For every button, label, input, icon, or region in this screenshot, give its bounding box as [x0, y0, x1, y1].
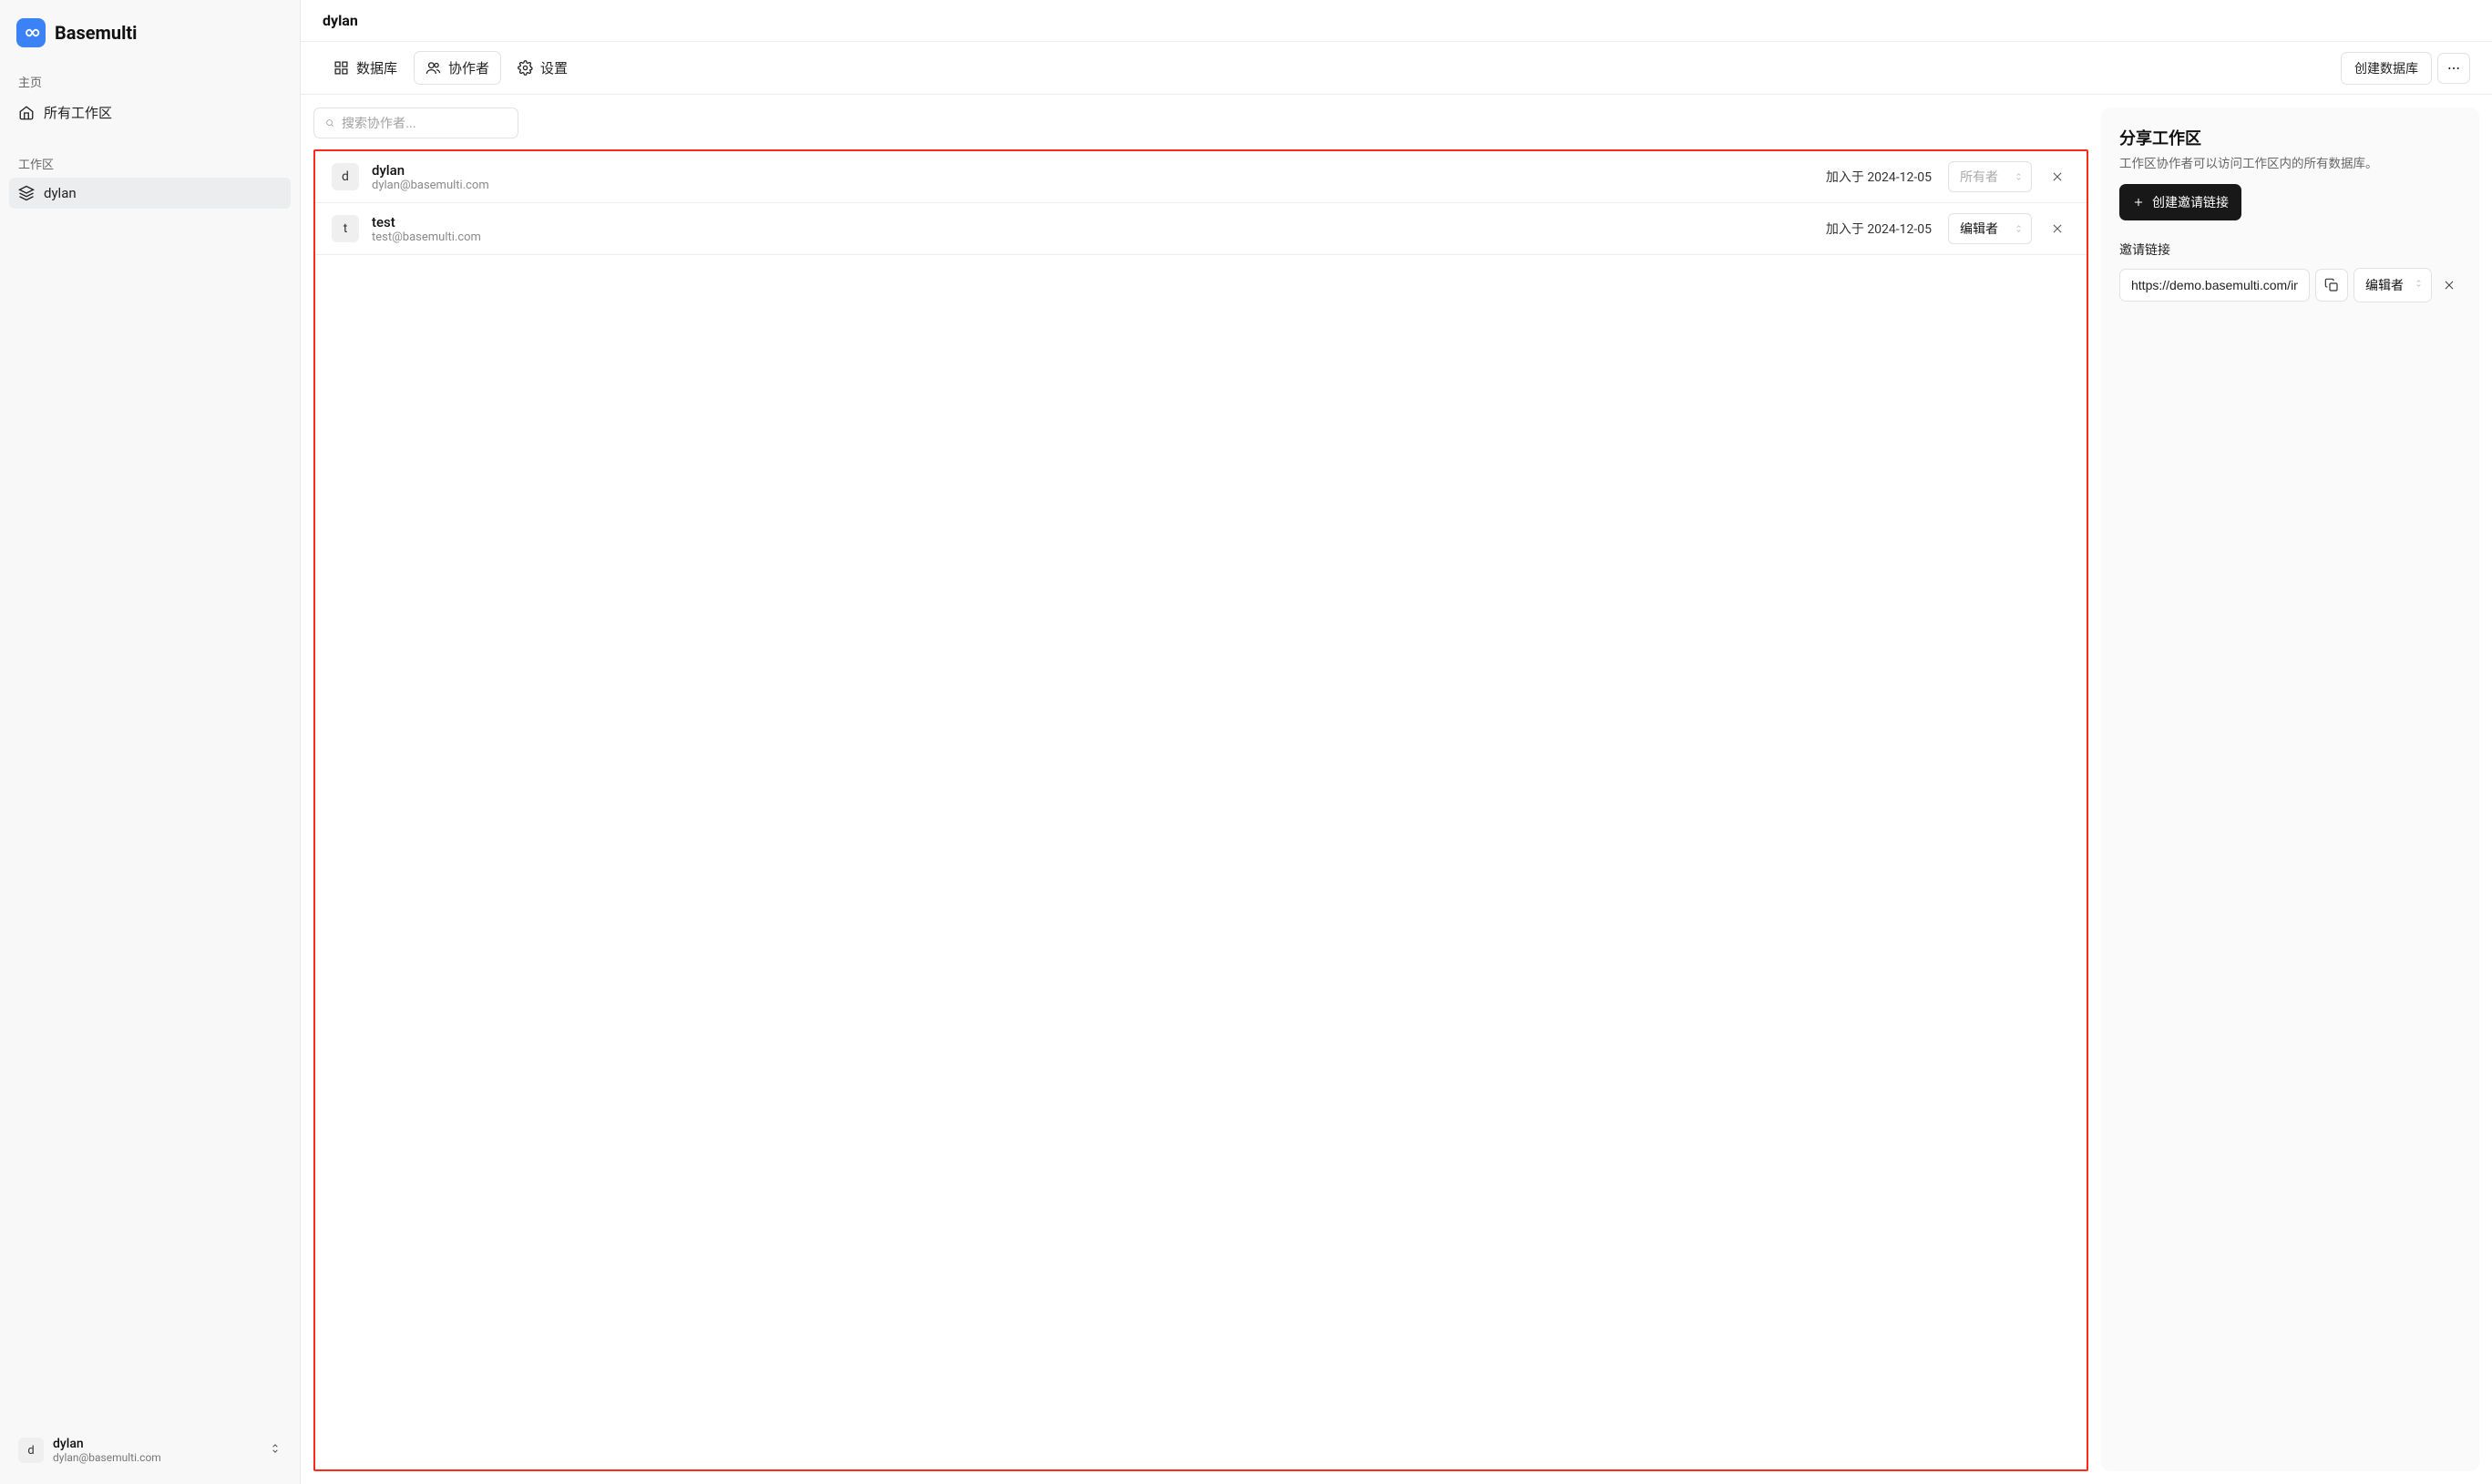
link-role-select[interactable]: 编辑者 — [2354, 268, 2432, 302]
copy-icon — [2324, 278, 2339, 292]
users-icon — [426, 60, 441, 76]
create-invite-link-label: 创建邀请链接 — [2152, 193, 2229, 211]
page-title: dylan — [323, 12, 2470, 29]
sidebar-workspace-label: dylan — [44, 185, 77, 201]
avatar: d — [332, 163, 359, 190]
content-area: d dylan dylan@basemulti.com 加入于 2024-12-… — [301, 95, 2492, 1484]
collaborators-list: d dylan dylan@basemulti.com 加入于 2024-12-… — [313, 149, 2088, 1471]
role-select[interactable]: 所有者 — [1948, 161, 2032, 192]
tab-database[interactable]: 数据库 — [323, 52, 408, 84]
collaborator-joined: 加入于 2024-12-05 — [1826, 168, 1932, 186]
role-value: 编辑者 — [1960, 220, 1998, 238]
invite-link-input[interactable] — [2119, 269, 2310, 302]
invite-link-row: 编辑者 — [2119, 268, 2461, 302]
sidebar: Basemulti 主页 所有工作区 工作区 dylan d dylan dyl… — [0, 0, 301, 1484]
create-invite-link-button[interactable]: 创建邀请链接 — [2119, 184, 2241, 220]
tab-database-label: 数据库 — [356, 58, 397, 77]
sidebar-workspace-item[interactable]: dylan — [9, 178, 291, 209]
user-name: dylan — [53, 1437, 161, 1451]
user-avatar: d — [18, 1438, 44, 1463]
collaborator-row: d dylan dylan@basemulti.com 加入于 2024-12-… — [315, 151, 2087, 203]
nav-all-workspaces-label: 所有工作区 — [44, 103, 112, 122]
brand-name: Basemulti — [55, 22, 137, 44]
gear-icon — [518, 60, 533, 76]
collaborator-name: test — [372, 214, 1813, 230]
more-button[interactable] — [2437, 53, 2470, 84]
search-input[interactable] — [342, 116, 507, 130]
tab-collaborators[interactable]: 协作者 — [414, 51, 501, 85]
avatar: t — [332, 215, 359, 242]
tab-settings[interactable]: 设置 — [507, 52, 579, 84]
sidebar-section-workspace: 工作区 — [9, 146, 291, 178]
close-icon — [2051, 170, 2064, 183]
tabs-row: 数据库 协作者 设置 创建数据库 — [301, 42, 2492, 95]
remove-link-button[interactable] — [2437, 273, 2461, 297]
sidebar-user[interactable]: d dylan dylan@basemulti.com — [9, 1429, 291, 1471]
main-header: dylan — [301, 0, 2492, 42]
collaborator-joined: 加入于 2024-12-05 — [1826, 220, 1932, 238]
invite-links-label: 邀请链接 — [2119, 241, 2461, 259]
plus-icon — [2132, 196, 2145, 209]
infinity-icon — [22, 24, 40, 42]
role-value: 所有者 — [1960, 168, 1998, 186]
app-logo — [16, 18, 46, 47]
collaborators-column: d dylan dylan@basemulti.com 加入于 2024-12-… — [313, 107, 2088, 1471]
collaborator-email: dylan@basemulti.com — [372, 179, 1813, 192]
chevron-up-down-icon — [2014, 169, 2024, 184]
sidebar-header: Basemulti — [9, 13, 291, 64]
chevron-up-down-icon — [2414, 276, 2424, 294]
nav-all-workspaces[interactable]: 所有工作区 — [9, 96, 291, 129]
tab-settings-label: 设置 — [540, 58, 568, 77]
tab-collaborators-label: 协作者 — [448, 58, 489, 77]
share-panel: 分享工作区 工作区协作者可以访问工作区内的所有数据库。 创建邀请链接 邀请链接 … — [2101, 107, 2479, 1471]
collaborator-name: dylan — [372, 162, 1813, 179]
copy-link-button[interactable] — [2315, 269, 2348, 302]
remove-collaborator-button[interactable] — [2045, 216, 2070, 241]
layers-icon — [18, 185, 35, 201]
role-select[interactable]: 编辑者 — [1948, 213, 2032, 244]
main: dylan 数据库 协作者 设置 创建数据库 — [301, 0, 2492, 1484]
close-icon — [2051, 222, 2064, 235]
create-database-button[interactable]: 创建数据库 — [2341, 52, 2432, 85]
link-role-value: 编辑者 — [2365, 276, 2404, 294]
remove-collaborator-button[interactable] — [2045, 164, 2070, 189]
sidebar-section-home: 主页 — [9, 64, 291, 96]
collaborator-row: t test test@basemulti.com 加入于 2024-12-05… — [315, 203, 2087, 255]
user-email: dylan@basemulti.com — [53, 1451, 161, 1464]
share-description: 工作区协作者可以访问工作区内的所有数据库。 — [2119, 153, 2461, 171]
home-icon — [18, 105, 35, 121]
chevron-up-down-icon — [269, 1440, 282, 1460]
search-box[interactable] — [313, 107, 518, 138]
chevron-up-down-icon — [2014, 221, 2024, 236]
collaborator-email: test@basemulti.com — [372, 230, 1813, 244]
close-icon — [2443, 279, 2456, 292]
more-horizontal-icon — [2446, 61, 2461, 76]
share-title: 分享工作区 — [2119, 126, 2461, 149]
search-icon — [325, 117, 334, 130]
grid-icon — [333, 60, 349, 76]
